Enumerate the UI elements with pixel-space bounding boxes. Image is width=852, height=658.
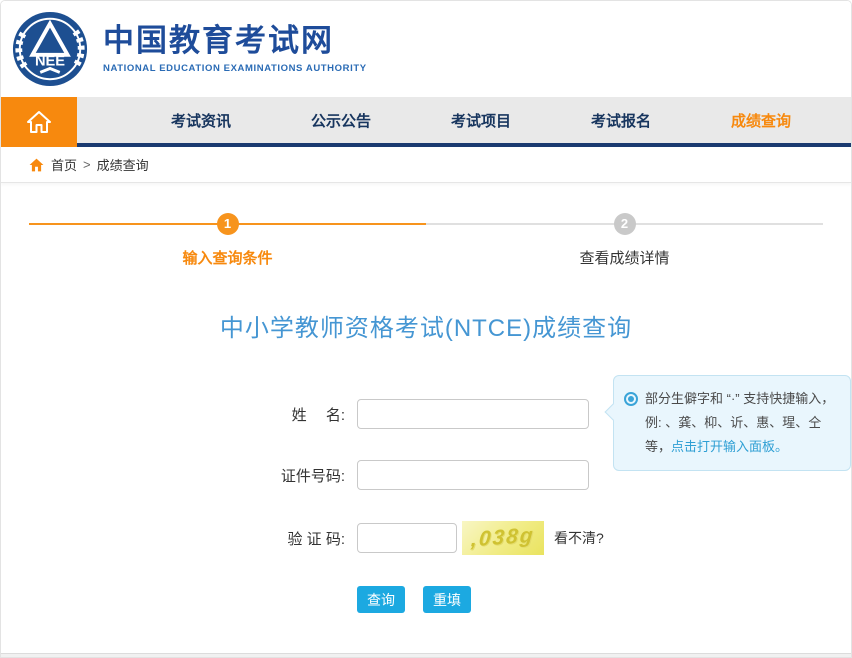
open-input-panel-link[interactable]: 点击打开输入面板。 <box>671 439 788 454</box>
radio-bullet-icon <box>624 392 638 406</box>
nav-item-exam-programs[interactable]: 考试项目 <box>451 110 511 131</box>
progress-steps: 1 输入查询条件 2 查看成绩详情 <box>29 213 823 268</box>
site-subtitle: NATIONAL EDUCATION EXAMINATIONS AUTHORIT… <box>103 63 367 74</box>
tooltip-text: 部分生僻字和 “·” 支持快捷输入，例: 、龚、枊、䜣、惠、瑆、仝等，点击打开输… <box>645 387 838 459</box>
step-label: 输入查询条件 <box>29 247 426 268</box>
reset-button[interactable]: 重填 <box>423 586 471 613</box>
site-header: NEE 中国教育考试网 NATIONAL EDUCATION EXAMINATI… <box>1 1 851 97</box>
captcha-image[interactable]: ,038g <box>462 521 544 555</box>
tooltip-arrow <box>605 404 622 421</box>
page: NEE 中国教育考试网 NATIONAL EDUCATION EXAMINATI… <box>0 0 852 658</box>
site-title: 中国教育考试网 <box>103 24 367 58</box>
main-nav: 考试资讯 公示公告 考试项目 考试报名 成绩查询 <box>1 97 851 147</box>
rare-character-tooltip: 部分生僻字和 “·” 支持快捷输入，例: 、龚、枊、䜣、惠、瑆、仝等，点击打开输… <box>613 375 851 471</box>
step-enter-criteria: 1 输入查询条件 <box>29 213 426 268</box>
captcha-text: ,038g <box>470 524 535 553</box>
breadcrumb-home-icon <box>29 158 44 172</box>
name-input[interactable] <box>357 399 589 429</box>
captcha-label: 验 证 码: <box>255 528 345 549</box>
home-icon <box>26 110 52 134</box>
query-button[interactable]: 查询 <box>357 586 405 613</box>
id-number-row: 证件号码: <box>255 460 589 490</box>
page-title: 中小学教师资格考试(NTCE)成绩查询 <box>1 308 851 343</box>
breadcrumb: 首页 > 成绩查询 <box>1 147 851 183</box>
nav-item-score-query[interactable]: 成绩查询 <box>731 110 791 131</box>
nav-menu: 考试资讯 公示公告 考试项目 考试报名 成绩查询 <box>1 97 851 143</box>
breadcrumb-separator: > <box>83 157 91 172</box>
id-number-input[interactable] <box>357 460 589 490</box>
name-label: 姓 名: <box>255 404 345 425</box>
step-number-badge: 2 <box>614 213 636 235</box>
neea-logo-icon: NEE <box>11 10 89 88</box>
captcha-input[interactable] <box>357 523 457 553</box>
breadcrumb-current: 成绩查询 <box>97 155 149 174</box>
breadcrumb-home-link[interactable]: 首页 <box>51 155 77 174</box>
step-view-results: 2 查看成绩详情 <box>426 213 823 268</box>
button-row: 查询 重填 <box>255 586 589 613</box>
footer-strip <box>1 653 851 657</box>
step-number-badge: 1 <box>217 213 239 235</box>
nav-item-exam-news[interactable]: 考试资讯 <box>171 110 231 131</box>
brand-block: 中国教育考试网 NATIONAL EDUCATION EXAMINATIONS … <box>103 24 367 74</box>
name-row: 姓 名: <box>255 399 589 429</box>
captcha-row: 验 证 码: ,038g 看不清? <box>255 521 589 555</box>
nav-item-exam-registration[interactable]: 考试报名 <box>591 110 651 131</box>
home-button[interactable] <box>1 97 77 147</box>
nav-item-public-notices[interactable]: 公示公告 <box>311 110 371 131</box>
query-form: 部分生僻字和 “·” 支持快捷输入，例: 、龚、枊、䜣、惠、瑆、仝等，点击打开输… <box>1 399 851 613</box>
id-number-label: 证件号码: <box>255 465 345 486</box>
step-label: 查看成绩详情 <box>426 247 823 268</box>
captcha-refresh-link[interactable]: 看不清? <box>554 528 604 548</box>
